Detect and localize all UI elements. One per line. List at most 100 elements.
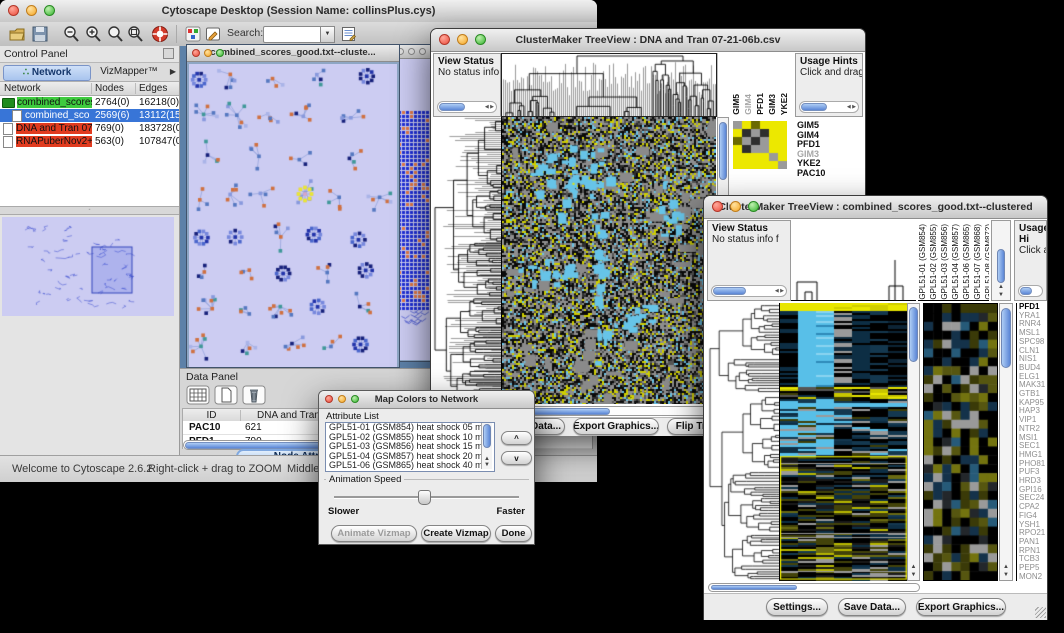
scrollbar-thumb[interactable] <box>711 585 797 590</box>
tv1-column-dendrogram[interactable] <box>501 53 717 117</box>
gene-label[interactable]: PAC10 <box>797 169 861 179</box>
tv2-status-scrollbar[interactable] <box>711 285 787 297</box>
tv1-usage-scrollbar[interactable] <box>799 101 859 113</box>
save-icon[interactable] <box>31 25 49 43</box>
done-button[interactable]: Done <box>495 525 532 542</box>
attribute-list[interactable]: GPL51-01 (GSM854) heat shock 05 minGPL51… <box>325 422 495 472</box>
tv2-heatmap-scrollbar[interactable] <box>907 303 920 581</box>
tv1-status-scrollbar[interactable] <box>437 101 497 113</box>
open-file-icon[interactable] <box>8 25 26 43</box>
new-document-icon[interactable] <box>214 385 238 405</box>
search-dropdown-arrow[interactable] <box>320 26 335 43</box>
minimize-button[interactable] <box>204 49 212 57</box>
close-button[interactable] <box>192 49 200 57</box>
help-lifering-icon[interactable] <box>151 25 169 43</box>
float-panel-icon[interactable] <box>163 48 174 59</box>
scrollbar-thumb[interactable] <box>439 103 465 111</box>
network-canvas-1[interactable] <box>189 64 397 367</box>
scroll-arrows-icon[interactable] <box>992 283 1010 299</box>
settings-button[interactable]: Settings... <box>766 598 828 616</box>
delete-trash-icon[interactable] <box>242 385 266 405</box>
scrollbar-thumb[interactable] <box>713 287 746 295</box>
minimize-button[interactable] <box>26 5 37 16</box>
network-tree-row[interactable]: RNAPuberNov2+563(0)107847(0) <box>0 135 179 148</box>
zoom-button[interactable] <box>419 48 426 55</box>
treeview2-titlebar[interactable]: ClusterMaker TreeView : combined_scores_… <box>704 196 1047 219</box>
attribute-list-item[interactable]: GPL51-07 (GSM868) heat shock 60 min <box>326 471 494 473</box>
zoom-button[interactable] <box>351 395 359 403</box>
tv1-zoom-heatmap[interactable] <box>733 121 787 169</box>
zoom-in-icon[interactable] <box>84 25 102 43</box>
treeview1-titlebar[interactable]: ClusterMaker TreeView : DNA and Tran 07-… <box>431 29 865 52</box>
tv2-row-dendrogram[interactable] <box>708 303 779 581</box>
export-graphics-button[interactable]: Export Graphics... <box>573 418 659 435</box>
tv2-heatmap[interactable] <box>779 303 907 581</box>
tab-network[interactable]: ∴ Network <box>3 65 91 81</box>
main-titlebar[interactable]: Cytoscape Desktop (Session Name: collins… <box>0 0 597 23</box>
scrollbar-thumb[interactable] <box>1001 308 1011 368</box>
minimize-button[interactable] <box>408 48 415 55</box>
search-input[interactable] <box>263 26 321 43</box>
table-panel-icon[interactable] <box>186 385 210 405</box>
tv2-gene-scrollbar[interactable] <box>999 303 1013 581</box>
zoom-selected-icon[interactable] <box>106 25 124 43</box>
network-window-1[interactable]: combined_scores_good.txt--cluste... <box>186 44 400 368</box>
tv1-row-dendrogram[interactable] <box>433 117 501 404</box>
minimize-button[interactable] <box>457 34 468 45</box>
move-down-button[interactable]: v <box>501 451 532 465</box>
scroll-arrows-icon[interactable] <box>847 102 856 112</box>
scroll-arrows-icon[interactable] <box>908 563 919 579</box>
attribute-browser-icon[interactable] <box>340 25 358 43</box>
scroll-arrows-icon[interactable] <box>482 456 492 468</box>
tv2-top-scrollbar[interactable] <box>991 220 1011 301</box>
network-tree-header[interactable]: Network Nodes Edges <box>0 82 179 96</box>
scrollbar-thumb[interactable] <box>1020 287 1032 295</box>
export-graphics-button[interactable]: Export Graphics... <box>916 598 1006 616</box>
annotation-icon[interactable] <box>204 25 222 43</box>
panel-splitter[interactable]: ⁃ <box>0 207 179 215</box>
network-window-1-titlebar[interactable]: combined_scores_good.txt--cluste... <box>187 45 399 62</box>
tab-vizmapper[interactable]: VizMapper™ <box>93 65 165 79</box>
scrollbar-thumb[interactable] <box>909 307 918 362</box>
zoom-fit-icon[interactable] <box>126 25 144 43</box>
tv2-horizontal-scrollbar[interactable] <box>708 583 920 592</box>
network-tree-row[interactable]: DNA and Tran 07769(0)183728(0) <box>0 122 179 135</box>
zoom-out-icon[interactable] <box>62 25 80 43</box>
tv1-heatmap[interactable] <box>501 117 716 404</box>
close-button[interactable] <box>8 5 19 16</box>
close-button[interactable] <box>439 34 450 45</box>
scroll-arrows-icon[interactable] <box>775 286 784 296</box>
attribute-list-scrollbar[interactable] <box>481 423 492 469</box>
tv2-column-dendrogram[interactable] <box>791 220 916 301</box>
tv2-usage-scrollbar[interactable] <box>1018 285 1043 297</box>
scrollbar-thumb[interactable] <box>719 122 727 180</box>
close-button[interactable] <box>712 201 723 212</box>
dialog-titlebar[interactable]: Map Colors to Network <box>319 391 534 409</box>
zoom-button[interactable] <box>44 5 55 16</box>
gene-label[interactable]: MON2 <box>1019 573 1051 581</box>
birdseye-overview[interactable] <box>2 217 174 316</box>
scrollbar-thumb[interactable] <box>801 103 827 111</box>
resize-grip[interactable] <box>1035 607 1046 618</box>
network-tree-row[interactable]: combined_scores2764(0)16218(0) <box>0 96 179 109</box>
animate-vizmap-button[interactable]: Animate Vizmap <box>331 525 417 542</box>
minimize-button[interactable] <box>730 201 741 212</box>
desktop-background: Cytoscape Desktop (Session Name: collins… <box>0 0 1064 633</box>
tv2-zoom-heatmap[interactable] <box>923 303 998 581</box>
create-vizmap-button[interactable]: Create Vizmap <box>421 525 491 542</box>
minimize-button[interactable] <box>338 395 346 403</box>
speed-slider-thumb[interactable] <box>418 490 431 505</box>
save-data-button[interactable]: Save Data... <box>838 598 906 616</box>
zoom-button[interactable] <box>216 49 224 57</box>
zoom-button[interactable] <box>748 201 759 212</box>
network-tree-row[interactable]: combined_sco2569(6)13112(15) <box>0 109 179 122</box>
move-up-button[interactable]: ^ <box>501 431 532 445</box>
scroll-arrows-icon[interactable] <box>1000 563 1012 579</box>
zoom-button[interactable] <box>475 34 486 45</box>
scroll-arrows-icon[interactable] <box>485 102 494 112</box>
tab-overflow-arrow[interactable] <box>170 67 176 76</box>
scrollbar-thumb[interactable] <box>483 424 491 448</box>
close-button[interactable] <box>325 395 333 403</box>
vizmapper-icon[interactable] <box>184 25 202 43</box>
scrollbar-thumb[interactable] <box>997 249 1005 283</box>
